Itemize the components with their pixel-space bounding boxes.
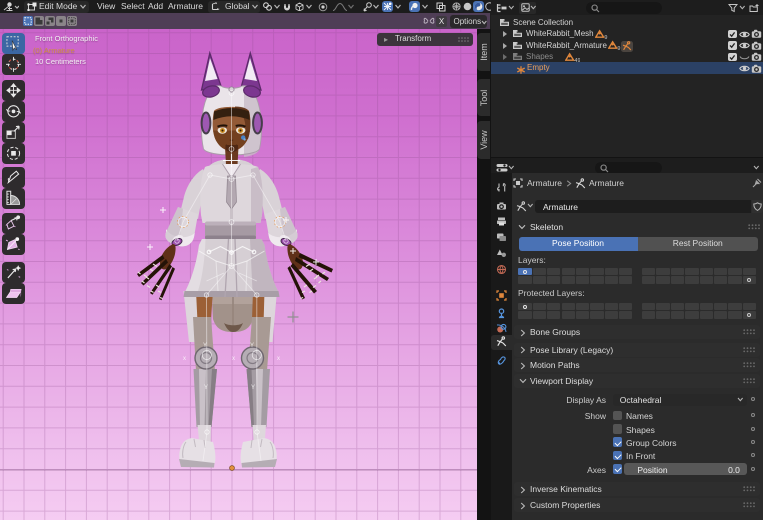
svg-text:Y: Y xyxy=(250,343,254,349)
svg-text:x: x xyxy=(232,356,235,362)
svg-text:x: x xyxy=(277,356,280,362)
svg-text:Y: Y xyxy=(204,385,208,391)
svg-text:x: x xyxy=(183,356,186,362)
svg-text:Y: Y xyxy=(251,385,255,391)
